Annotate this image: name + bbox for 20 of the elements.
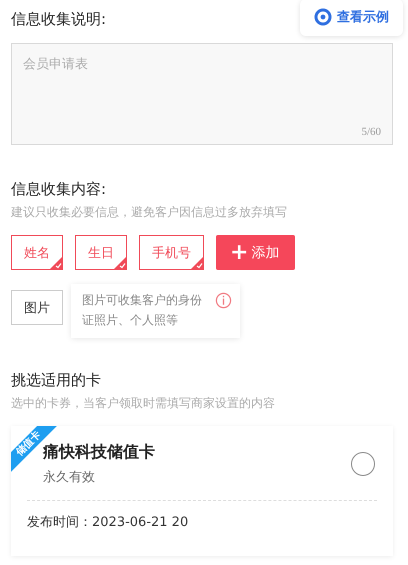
section-title: 信息收集说明: [11,10,106,28]
field-tag[interactable]: 姓名 [11,235,63,270]
section-hint: 建议只收集必要信息，避免客户因信息过多放弃填写 [11,204,288,221]
check-corner-icon [50,257,62,269]
field-tag[interactable]: 生日 [75,235,127,270]
field-tag[interactable]: 手机号 [139,235,204,270]
view-example-button[interactable]: 查看示例 [300,0,403,36]
section-hint: 选中的卡券，当客户领取时需填写商家设置的内容 [11,395,276,412]
tooltip-text: 图片可收集客户的身份证照片、个人照等 [82,292,203,329]
publish-time: 发布时间：2023-06-21 20 [27,514,190,531]
field-tag[interactable]: 图片 [11,290,63,325]
check-corner-icon [191,257,203,269]
select-radio[interactable] [351,452,375,476]
eye-icon [314,8,332,26]
add-button[interactable]: +添加 [216,235,296,270]
character-counter: 5/60 [361,126,381,138]
info-icon [215,292,232,309]
check-corner-icon [114,257,126,269]
section-title: 挑选适用的卡 [11,371,102,390]
section-title: 信息收集内容: [11,180,108,199]
